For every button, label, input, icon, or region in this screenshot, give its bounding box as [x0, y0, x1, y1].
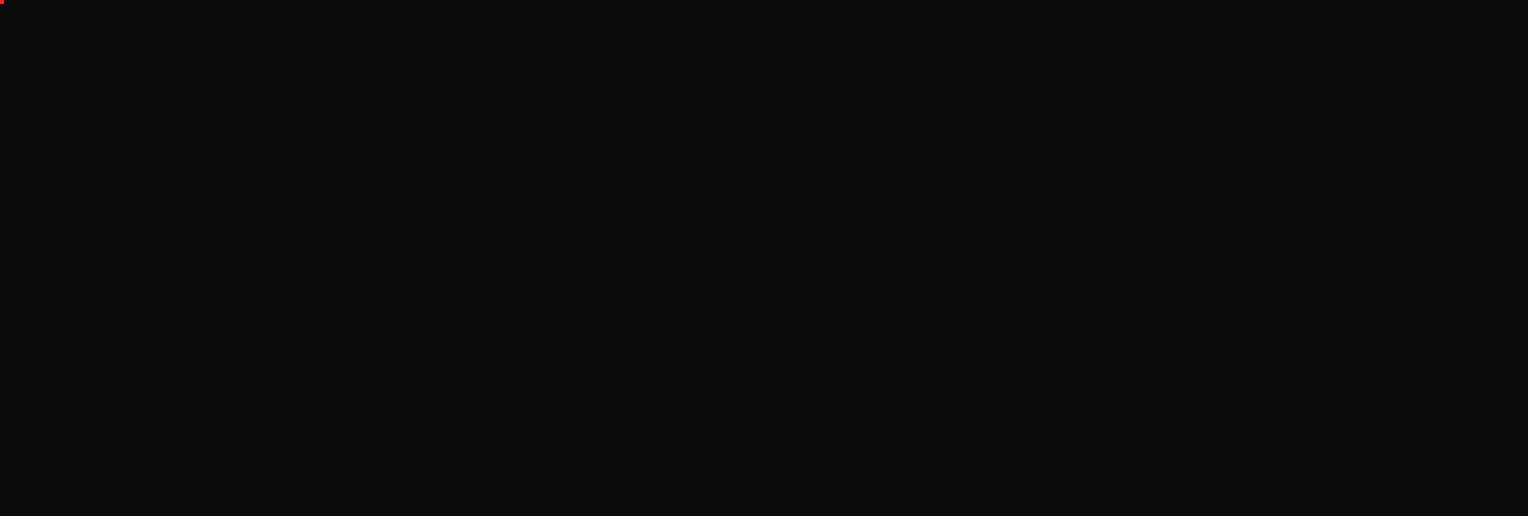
rows-column-highlight — [0, 0, 4, 4]
